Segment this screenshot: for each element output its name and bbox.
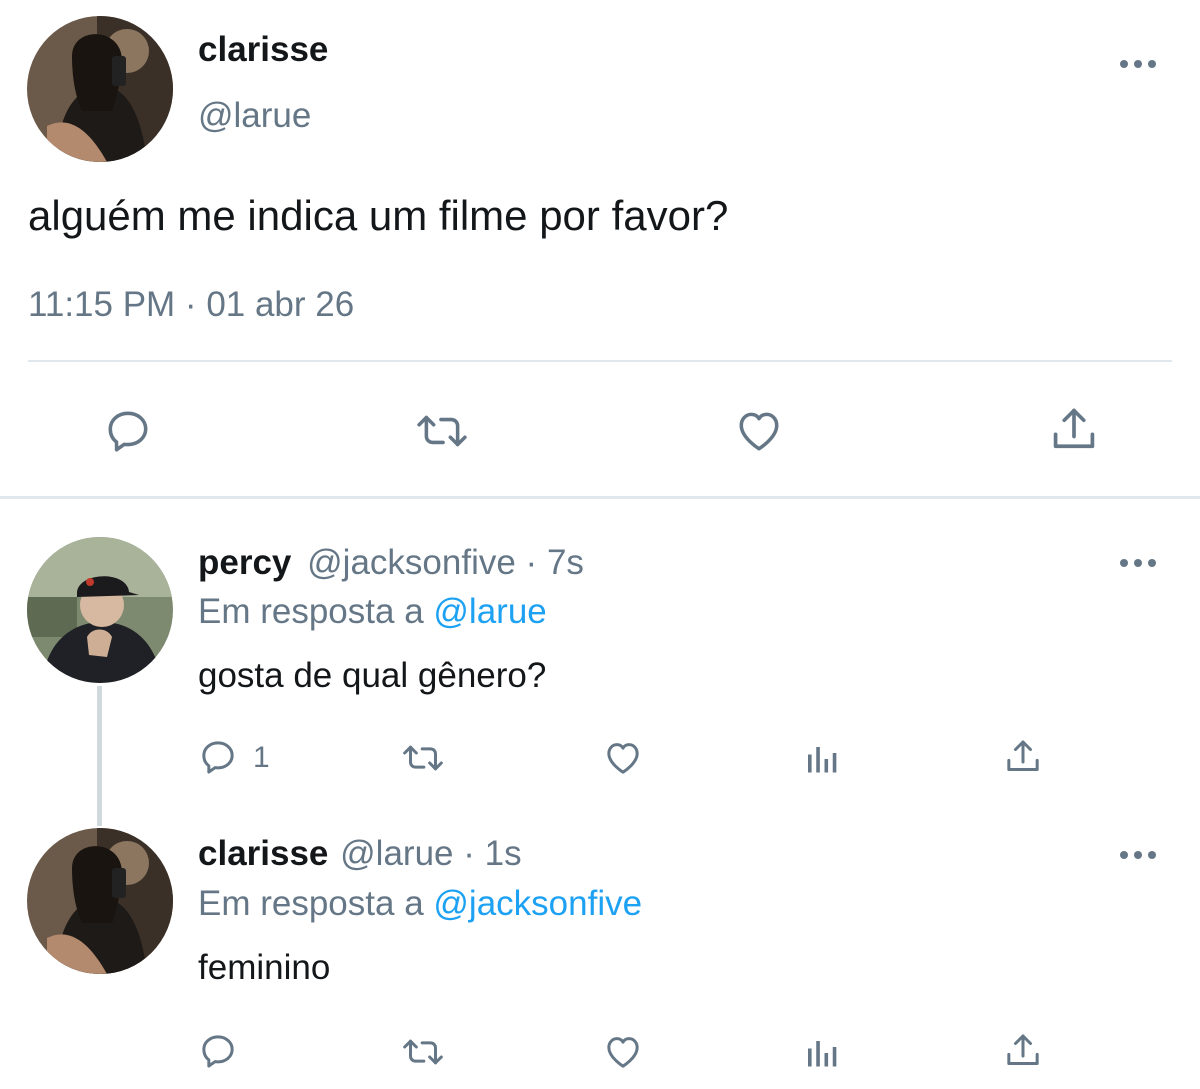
reply-icon[interactable]	[198, 1031, 238, 1071]
reply-time[interactable]: 7s	[547, 543, 584, 582]
reply-text: feminino	[198, 948, 331, 987]
author-display-name[interactable]: clarisse	[198, 30, 328, 70]
reply-count: 1	[253, 741, 270, 774]
thread-line	[97, 686, 102, 826]
share-icon[interactable]	[1003, 1031, 1043, 1071]
author-handle[interactable]: @larue	[198, 96, 311, 136]
avatar-clarisse[interactable]	[27, 828, 173, 974]
replying-to: Em resposta a @jacksonfive	[198, 884, 642, 924]
more-options-icon[interactable]	[1118, 849, 1158, 861]
retweet-icon[interactable]	[400, 1032, 446, 1072]
share-icon[interactable]	[1003, 737, 1043, 777]
analytics-icon[interactable]	[805, 740, 841, 778]
reply-display-name[interactable]: clarisse	[198, 834, 328, 873]
reply-handle[interactable]: @jacksonfive	[307, 543, 516, 582]
divider	[28, 360, 1172, 362]
reply-separator: ·	[525, 543, 538, 582]
reply-icon[interactable]	[103, 406, 153, 456]
avatar-clarisse[interactable]	[27, 16, 173, 162]
share-icon[interactable]	[1048, 404, 1100, 456]
retweet-icon[interactable]	[400, 738, 446, 778]
more-options-icon[interactable]	[1118, 58, 1158, 70]
reply-time[interactable]: 1s	[485, 834, 522, 873]
reply-display-name[interactable]: percy	[198, 543, 291, 582]
replying-to-handle[interactable]: @jacksonfive	[433, 884, 642, 923]
replying-to-handle[interactable]: @larue	[433, 592, 546, 631]
reply-header: clarisse @larue · 1s	[198, 834, 522, 874]
like-icon[interactable]	[601, 1032, 645, 1072]
tweet-text: alguém me indica um filme por favor?	[28, 192, 729, 239]
retweet-icon[interactable]	[414, 406, 470, 456]
replying-to: Em resposta a @larue	[198, 592, 547, 632]
reply-text: gosta de qual gênero?	[198, 656, 547, 695]
replying-to-prefix: Em resposta a	[198, 884, 424, 923]
reply-icon[interactable]	[198, 737, 238, 777]
replying-to-prefix: Em resposta a	[198, 592, 424, 631]
reply-separator: ·	[463, 834, 475, 873]
avatar-percy[interactable]	[27, 537, 173, 683]
section-divider	[0, 496, 1200, 499]
reply-handle[interactable]: @larue	[340, 834, 453, 873]
like-icon[interactable]	[732, 406, 786, 456]
tweet-timestamp[interactable]: 11:15 PM · 01 abr 26	[28, 285, 354, 325]
reply-header: percy @jacksonfive · 7s	[198, 543, 584, 583]
like-icon[interactable]	[601, 738, 645, 778]
more-options-icon[interactable]	[1118, 557, 1158, 569]
analytics-icon[interactable]	[805, 1034, 841, 1072]
